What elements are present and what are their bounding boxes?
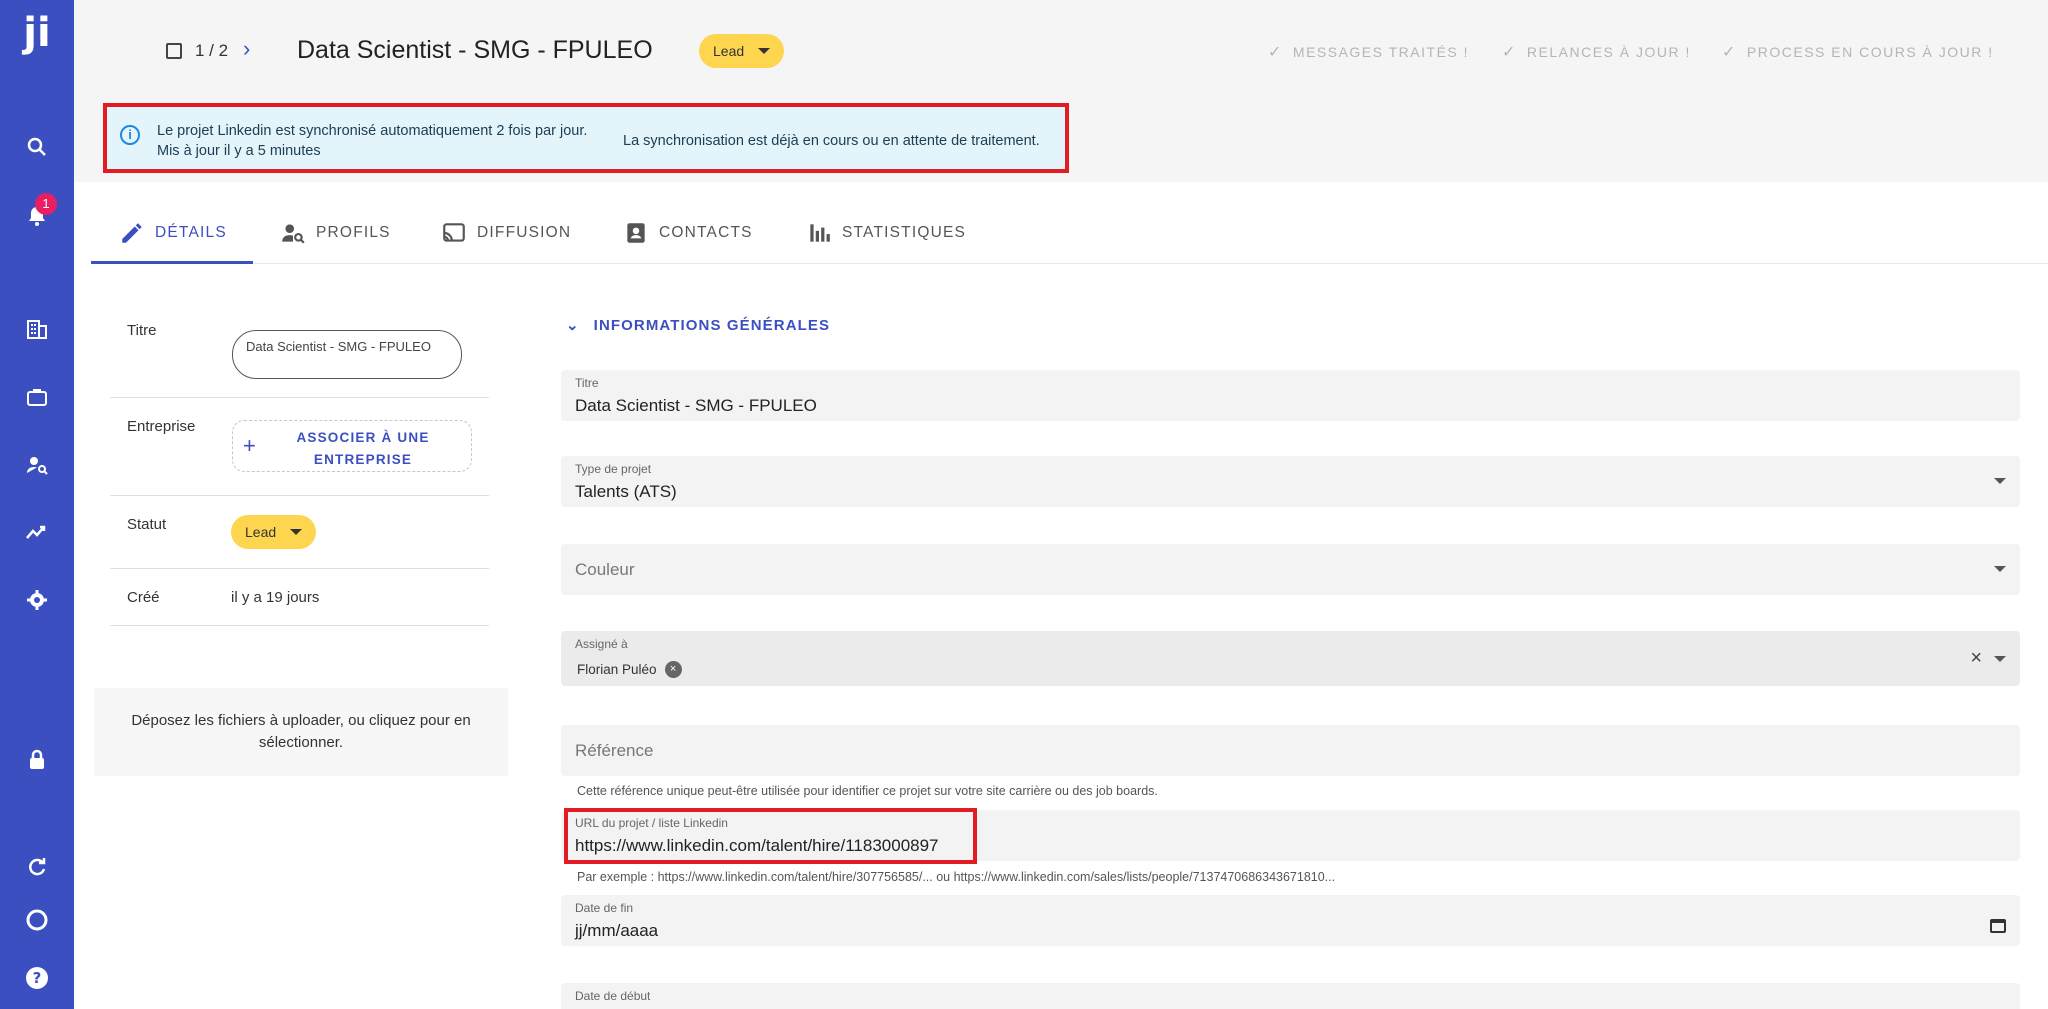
contacts-icon xyxy=(627,223,645,243)
notification-badge: 1 xyxy=(35,193,57,215)
tab-statistiques[interactable]: STATISTIQUES xyxy=(806,220,966,246)
banner-line1: Le projet Linkedin est synchronisé autom… xyxy=(157,123,588,139)
trending-icon[interactable] xyxy=(22,517,52,547)
tab-bar: DÉTAILS PROFILS DIFFUSION CONTACTS STATI… xyxy=(91,202,2048,264)
field-label: Date de fin xyxy=(575,901,634,915)
tab-label: DÉTAILS xyxy=(155,224,227,241)
date-fin-field[interactable]: Date de fin jj/mm/aaaa xyxy=(561,895,2020,946)
status-label: Lead xyxy=(245,524,277,540)
banner-status: La synchronisation est déjà en cours ou … xyxy=(623,133,1040,149)
cree-label: Créé xyxy=(127,589,160,606)
titre-field[interactable]: Titre Data Scientist - SMG - FPULEO xyxy=(561,370,2020,421)
svg-text:?: ? xyxy=(33,969,42,987)
tab-diffusion[interactable]: DIFFUSION xyxy=(441,220,571,246)
tab-contacts[interactable]: CONTACTS xyxy=(623,220,753,246)
title-chip[interactable]: Data Scientist - SMG - FPULEO xyxy=(232,330,462,379)
briefcase-icon[interactable] xyxy=(22,382,52,412)
gear-icon[interactable] xyxy=(22,585,52,615)
check-icon: ✓ xyxy=(1722,44,1737,61)
active-tab-indicator xyxy=(91,261,253,264)
page-title: Data Scientist - SMG - FPULEO xyxy=(297,36,653,64)
person-search-icon xyxy=(282,224,305,244)
select-checkbox[interactable] xyxy=(166,43,182,59)
entreprise-label: Entreprise xyxy=(127,418,196,435)
titre-label: Titre xyxy=(127,322,157,339)
remove-chip-icon[interactable]: × xyxy=(664,661,682,678)
building-icon[interactable] xyxy=(22,314,52,344)
person-search-icon[interactable] xyxy=(22,450,52,480)
section-title: INFORMATIONS GÉNÉRALES xyxy=(593,316,831,334)
associate-company-label: ASSOCIER À UNE ENTREPRISE xyxy=(296,430,430,467)
field-label: Type de projet xyxy=(575,462,652,476)
cree-value: il y a 19 jours xyxy=(231,589,320,606)
section-toggle[interactable]: ⌄ INFORMATIONS GÉNÉRALES xyxy=(566,316,831,335)
url-helper: Par exemple : https://www.linkedin.com/t… xyxy=(577,870,1336,884)
field-label: Assigné à xyxy=(575,637,628,651)
reference-helper: Cette référence unique peut-être utilisé… xyxy=(577,784,1158,798)
tab-label: PROFILS xyxy=(316,224,391,241)
couleur-select[interactable]: Couleur xyxy=(561,544,2020,595)
tab-details[interactable]: DÉTAILS xyxy=(119,220,227,246)
sidebar: ji 1 ? xyxy=(0,0,74,1009)
action-messages-traites[interactable]: ✓ MESSAGES TRAITÉS ! xyxy=(1268,42,1469,62)
statut-label: Statut xyxy=(127,516,167,533)
app-logo[interactable]: ji xyxy=(0,10,74,56)
pager: 1 / 2 xyxy=(195,41,229,60)
assignee-name: Florian Puléo xyxy=(577,662,657,677)
caret-down-icon xyxy=(1994,656,2006,662)
field-label: Date de début xyxy=(575,989,651,1003)
cast-icon xyxy=(443,223,465,242)
tab-label: CONTACTS xyxy=(659,224,753,241)
caret-down-icon xyxy=(1994,566,2006,572)
help-icon[interactable]: ? xyxy=(22,963,52,993)
plus-icon: + xyxy=(243,433,256,458)
caret-down-icon xyxy=(290,529,303,535)
sync-info-banner: i Le projet Linkedin est synchronisé aut… xyxy=(103,103,1069,173)
field-placeholder: Couleur xyxy=(575,560,635,579)
check-icon: ✓ xyxy=(1502,44,1517,61)
field-value: jj/mm/aaaa xyxy=(575,921,659,940)
assignee-chip: Florian Puléo × xyxy=(571,659,688,680)
lock-icon[interactable] xyxy=(22,745,52,775)
search-icon[interactable] xyxy=(22,132,52,162)
status-label: Lead xyxy=(713,43,745,59)
status-dropdown[interactable]: Lead xyxy=(699,34,785,68)
statut-dropdown[interactable]: Lead xyxy=(231,515,317,549)
tab-label: DIFFUSION xyxy=(477,224,572,241)
banner-line2: Mis à jour il y a 5 minutes xyxy=(157,143,321,159)
action-process[interactable]: ✓ PROCESS EN COURS À JOUR ! xyxy=(1722,42,1994,62)
pencil-icon xyxy=(122,223,142,243)
next-chevron-icon[interactable]: › xyxy=(243,36,250,62)
tab-profils[interactable]: PROFILS xyxy=(280,220,391,246)
field-value: Data Scientist - SMG - FPULEO xyxy=(575,396,817,415)
check-icon: ✓ xyxy=(1268,44,1283,61)
field-placeholder: Référence xyxy=(575,741,654,760)
reference-field[interactable]: Référence xyxy=(561,725,2020,776)
assigne-select[interactable]: Assigné à Florian Puléo × × xyxy=(561,631,2020,686)
info-icon: i xyxy=(120,125,140,145)
chevron-down-icon: ⌄ xyxy=(566,317,580,334)
action-relances[interactable]: ✓ RELANCES À JOUR ! xyxy=(1502,42,1691,62)
action-label: PROCESS EN COURS À JOUR ! xyxy=(1746,44,1994,60)
field-value: Talents (ATS) xyxy=(575,482,677,501)
action-label: MESSAGES TRAITÉS ! xyxy=(1292,44,1470,60)
action-label: RELANCES À JOUR ! xyxy=(1526,44,1691,60)
tab-label: STATISTIQUES xyxy=(842,224,967,241)
associate-company-button[interactable]: + ASSOCIER À UNE ENTREPRISE xyxy=(232,420,472,472)
refresh-icon[interactable] xyxy=(22,852,52,882)
file-dropzone[interactable]: Déposez les fichiers à uploader, ou cliq… xyxy=(94,688,508,776)
calendar-icon[interactable] xyxy=(1990,919,2006,933)
caret-down-icon xyxy=(758,48,771,54)
date-debut-field[interactable]: Date de début xyxy=(561,983,2020,1009)
type-projet-select[interactable]: Type de projet Talents (ATS) xyxy=(561,456,2020,507)
bar-chart-icon xyxy=(810,224,830,242)
url-highlight xyxy=(564,808,977,864)
loader-icon xyxy=(22,905,52,935)
field-label: Titre xyxy=(575,376,599,390)
clear-icon[interactable]: × xyxy=(1970,647,1982,670)
caret-down-icon xyxy=(1994,478,2006,484)
